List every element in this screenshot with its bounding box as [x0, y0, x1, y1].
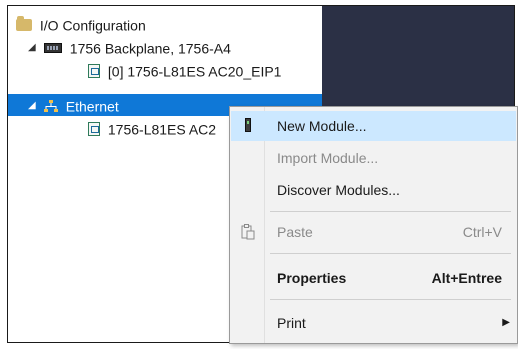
- menu-item-label: Import Module...: [277, 150, 379, 166]
- backplane-icon: [43, 43, 62, 54]
- menu-item-label: Discover Modules...: [277, 182, 400, 198]
- chevron-right-icon: ▶: [502, 317, 510, 328]
- menu-item-paste: Paste Ctrl+V: [231, 217, 516, 247]
- menu-item-import-module: Import Module...: [231, 143, 516, 173]
- tree-item-label: 1756-L81ES AC2: [107, 121, 217, 138]
- new-module-icon: [245, 118, 251, 132]
- menu-item-label: Properties: [277, 270, 347, 286]
- menu-item-label: New Module...: [277, 118, 367, 134]
- menu-item-label: Paste: [277, 224, 313, 240]
- menu-separator: [270, 211, 511, 212]
- ethernet-icon: [43, 100, 58, 113]
- menu-separator: [270, 253, 511, 254]
- menu-item-label: Print: [277, 315, 306, 331]
- tree-item-io-configuration[interactable]: I/O Configuration: [16, 13, 146, 35]
- expander-icon[interactable]: ◢: [28, 95, 40, 117]
- menu-item-shortcut: Ctrl+V: [462, 224, 502, 240]
- tree-item-backplane[interactable]: ◢ 1756 Backplane, 1756-A4: [28, 36, 231, 58]
- expander-icon[interactable]: ◢: [28, 37, 40, 59]
- tree-item-controller[interactable]: [0] 1756-L81ES AC20_EIP1: [88, 59, 281, 81]
- context-menu: New Module... Import Module... Discover …: [229, 106, 518, 344]
- menu-item-new-module[interactable]: New Module...: [231, 111, 516, 141]
- module-icon: [88, 122, 100, 137]
- menu-item-print[interactable]: Print ▶: [231, 308, 516, 338]
- tree-item-label: 1756 Backplane, 1756-A4: [69, 40, 231, 57]
- menu-item-shortcut: Alt+Entree: [431, 270, 502, 286]
- module-icon: [88, 64, 100, 79]
- folder-icon: [16, 16, 32, 32]
- tree-item-label: Ethernet: [65, 98, 119, 115]
- paste-icon: [241, 224, 255, 240]
- tree-item-label: I/O Configuration: [39, 17, 146, 34]
- menu-separator: [270, 299, 511, 300]
- tree-item-label: [0] 1756-L81ES AC20_EIP1: [107, 63, 282, 80]
- tree-item-ethernet-module[interactable]: 1756-L81ES AC2: [88, 117, 216, 139]
- menu-item-properties[interactable]: Properties Alt+Entree: [231, 263, 516, 293]
- menu-item-discover-modules[interactable]: Discover Modules...: [231, 175, 516, 205]
